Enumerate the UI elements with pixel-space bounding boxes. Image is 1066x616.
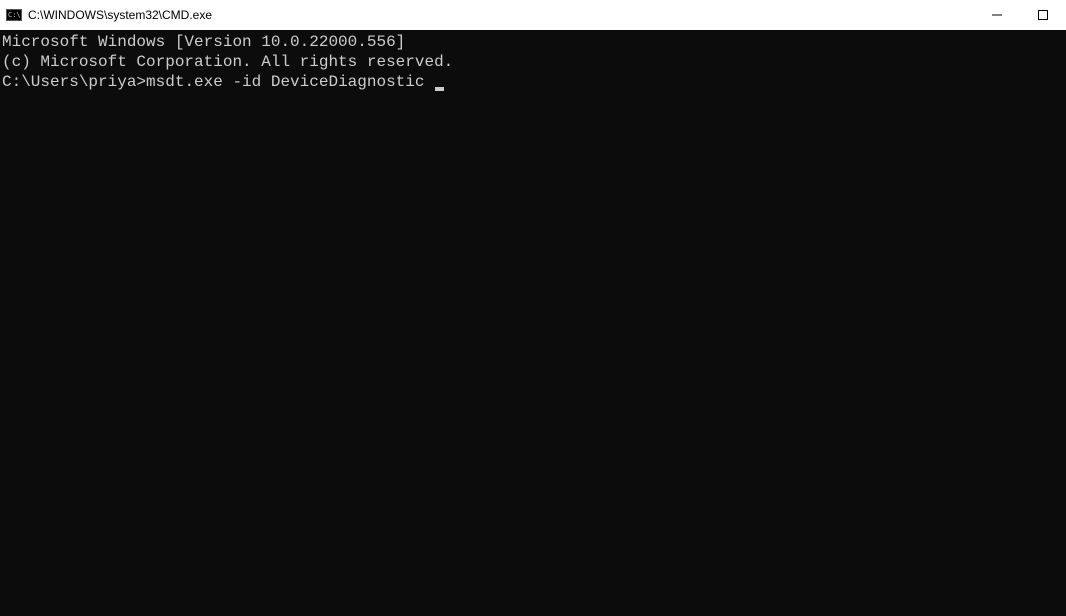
terminal-line: (c) Microsoft Corporation. All rights re…: [2, 52, 1064, 72]
maximize-icon: [1038, 10, 1048, 20]
terminal-output[interactable]: Microsoft Windows [Version 10.0.22000.55…: [0, 30, 1066, 616]
cmd-window: C:\ C:\WINDOWS\system32\CMD.exe Micr: [0, 0, 1066, 616]
minimize-icon: [992, 10, 1002, 20]
terminal-line: Microsoft Windows [Version 10.0.22000.55…: [2, 32, 1064, 52]
terminal-prompt-line: C:\Users\priya>msdt.exe -id DeviceDiagno…: [2, 72, 1064, 92]
cmd-icon: C:\: [6, 7, 22, 23]
terminal-prompt: C:\Users\priya>: [2, 73, 146, 91]
terminal-cursor: [435, 87, 444, 91]
titlebar[interactable]: C:\ C:\WINDOWS\system32\CMD.exe: [0, 0, 1066, 30]
minimize-button[interactable]: [974, 0, 1020, 30]
terminal-command: msdt.exe -id DeviceDiagnostic: [146, 73, 434, 91]
maximize-button[interactable]: [1020, 0, 1066, 30]
window-controls: [974, 0, 1066, 30]
window-title: C:\WINDOWS\system32\CMD.exe: [28, 8, 212, 22]
